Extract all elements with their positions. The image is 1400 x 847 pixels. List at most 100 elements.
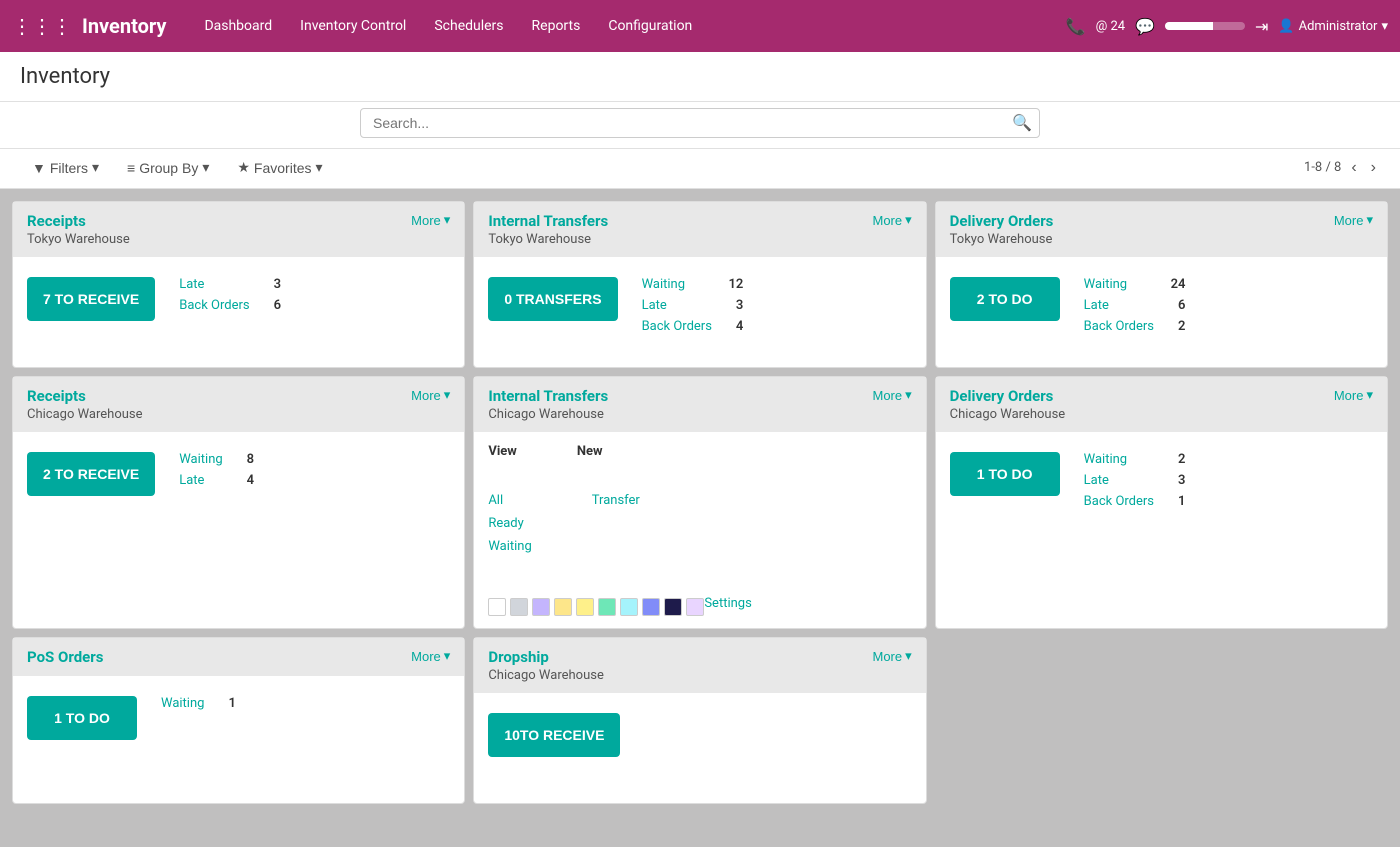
swatch-green[interactable] <box>598 598 616 616</box>
next-page-button[interactable]: › <box>1367 157 1380 179</box>
favorites-button[interactable]: ★ Favorites ▾ <box>225 155 334 180</box>
more-chevron-icon: ▾ <box>444 387 451 403</box>
dropdown-all[interactable]: All <box>488 491 531 510</box>
card-title-area: Internal Transfers Tokyo Warehouse <box>488 212 608 247</box>
more-button-internal-chicago[interactable]: More ▾ <box>873 387 912 403</box>
more-button-receipts-chicago[interactable]: More ▾ <box>411 387 450 403</box>
card-delivery-orders-chicago: Delivery Orders Chicago Warehouse More ▾… <box>935 376 1388 629</box>
stat-label-backorders[interactable]: Back Orders <box>1084 494 1154 509</box>
more-button-delivery-chicago[interactable]: More ▾ <box>1334 387 1373 403</box>
stat-row-backorders: Back Orders 2 <box>1084 319 1186 334</box>
dropdown-bottom-row: Settings <box>488 590 751 616</box>
card-body-delivery-chicago: 1 TO DO Waiting 2 Late 3 Back Orders 1 <box>936 432 1387 542</box>
stat-label-waiting[interactable]: Waiting <box>179 452 222 467</box>
groupby-label: Group By <box>139 160 198 176</box>
settings-link[interactable]: Settings <box>704 596 751 611</box>
search-input[interactable] <box>360 108 1040 138</box>
swatch-purple[interactable] <box>532 598 550 616</box>
action-btn-internal-tokyo[interactable]: 0 TRANSFERS <box>488 277 617 321</box>
stat-label-late[interactable]: Late <box>642 298 667 313</box>
card-title: Receipts <box>27 212 130 230</box>
subheader: Inventory <box>0 52 1400 102</box>
card-title-area: Delivery Orders Tokyo Warehouse <box>950 212 1054 247</box>
action-btn-pos[interactable]: 1 TO DO <box>27 696 137 740</box>
more-button-dropship[interactable]: More ▾ <box>873 648 912 664</box>
card-subtitle: Tokyo Warehouse <box>950 232 1054 247</box>
action-btn-receipts-tokyo[interactable]: 7 TO RECEIVE <box>27 277 155 321</box>
stat-label-waiting[interactable]: Waiting <box>161 696 204 711</box>
dropdown-waiting[interactable]: Waiting <box>488 537 531 556</box>
action-btn-delivery-chicago[interactable]: 1 TO DO <box>950 452 1060 496</box>
brand-name[interactable]: Inventory <box>82 14 166 38</box>
color-swatches <box>488 598 704 616</box>
stat-label-waiting[interactable]: Waiting <box>1084 277 1127 292</box>
menu-inventory-control[interactable]: Inventory Control <box>288 12 418 40</box>
card-title-area: Delivery Orders Chicago Warehouse <box>950 387 1066 422</box>
card-title-area: Dropship Chicago Warehouse <box>488 648 604 683</box>
card-title: Internal Transfers <box>488 387 608 405</box>
stat-value-late: 3 <box>1178 473 1185 488</box>
stat-row-waiting: Waiting 8 <box>179 452 254 467</box>
swatch-gray[interactable] <box>510 598 528 616</box>
swatch-indigo[interactable] <box>642 598 660 616</box>
card-title: Internal Transfers <box>488 212 608 230</box>
groupby-button[interactable]: ≡ Group By ▾ <box>115 155 221 180</box>
card-body-dropship: 10TO RECEIVE <box>474 693 925 803</box>
action-btn-dropship[interactable]: 10TO RECEIVE <box>488 713 620 757</box>
dropdown-transfer[interactable]: Transfer <box>592 491 640 510</box>
menu-dashboard[interactable]: Dashboard <box>192 12 284 40</box>
stat-label-late[interactable]: Late <box>1084 298 1109 313</box>
favorites-label: Favorites <box>254 160 312 176</box>
stat-label-waiting[interactable]: Waiting <box>1084 452 1127 467</box>
swatch-white[interactable] <box>488 598 506 616</box>
swatch-cyan[interactable] <box>620 598 638 616</box>
login-icon[interactable]: ⇥ <box>1255 17 1268 36</box>
grid-icon[interactable]: ⋮⋮⋮ <box>12 14 72 38</box>
menu-reports[interactable]: Reports <box>520 12 593 40</box>
topnav-right: 📞 @ 24 💬 ⇥ 👤 Administrator ▾ <box>1066 17 1388 36</box>
prev-page-button[interactable]: ‹ <box>1347 157 1360 179</box>
stat-label-waiting[interactable]: Waiting <box>642 277 685 292</box>
more-label: More <box>411 388 441 403</box>
menu-schedulers[interactable]: Schedulers <box>422 12 515 40</box>
stat-label-late[interactable]: Late <box>179 277 204 292</box>
phone-icon[interactable]: 📞 <box>1066 17 1086 36</box>
more-button-pos[interactable]: More ▾ <box>411 648 450 664</box>
more-button-receipts-tokyo[interactable]: More ▾ <box>411 212 450 228</box>
card-dropship-chicago: Dropship Chicago Warehouse More ▾ 10TO R… <box>473 637 926 804</box>
dropdown-ready[interactable]: Ready <box>488 514 531 533</box>
card-internal-transfers-chicago: Internal Transfers Chicago Warehouse Mor… <box>473 376 926 629</box>
stat-label-late[interactable]: Late <box>1084 473 1109 488</box>
swatch-yellow2[interactable] <box>576 598 594 616</box>
card-title-area: Receipts Tokyo Warehouse <box>27 212 130 247</box>
menu-configuration[interactable]: Configuration <box>596 12 704 40</box>
stat-row-late: Late 4 <box>179 473 254 488</box>
card-header-receipts-chicago: Receipts Chicago Warehouse More ▾ <box>13 377 464 432</box>
stat-label-backorders[interactable]: Back Orders <box>179 298 249 313</box>
search-button[interactable]: 🔍 <box>1012 113 1032 133</box>
stat-row-backorders: Back Orders 4 <box>642 319 744 334</box>
stat-row-backorders: Back Orders 1 <box>1084 494 1186 509</box>
card-body-internal-chicago: View New All Ready Waiting Transfer <box>474 432 925 628</box>
stat-value-backorders: 1 <box>1178 494 1185 509</box>
filters-button[interactable]: ▼ Filters ▾ <box>20 155 111 180</box>
more-label: More <box>411 649 441 664</box>
chat-icon[interactable]: 💬 <box>1135 17 1155 36</box>
action-btn-receipts-chicago[interactable]: 2 TO RECEIVE <box>27 452 155 496</box>
swatch-yellow1[interactable] <box>554 598 572 616</box>
user-menu[interactable]: 👤 Administrator ▾ <box>1278 19 1388 34</box>
more-button-delivery-tokyo[interactable]: More ▾ <box>1334 212 1373 228</box>
swatch-lavender[interactable] <box>686 598 704 616</box>
stat-label-late[interactable]: Late <box>179 473 204 488</box>
notification-badge[interactable]: @ 24 <box>1096 19 1126 34</box>
stat-label-backorders[interactable]: Back Orders <box>642 319 712 334</box>
filters-label: Filters <box>50 160 88 176</box>
stat-value-backorders: 2 <box>1178 319 1185 334</box>
search-bar: 🔍 <box>0 102 1400 149</box>
action-btn-delivery-tokyo[interactable]: 2 TO DO <box>950 277 1060 321</box>
stat-label-backorders[interactable]: Back Orders <box>1084 319 1154 334</box>
user-name: Administrator <box>1299 19 1378 34</box>
stat-value-late: 3 <box>274 277 281 292</box>
more-button-internal-tokyo[interactable]: More ▾ <box>873 212 912 228</box>
swatch-dark[interactable] <box>664 598 682 616</box>
